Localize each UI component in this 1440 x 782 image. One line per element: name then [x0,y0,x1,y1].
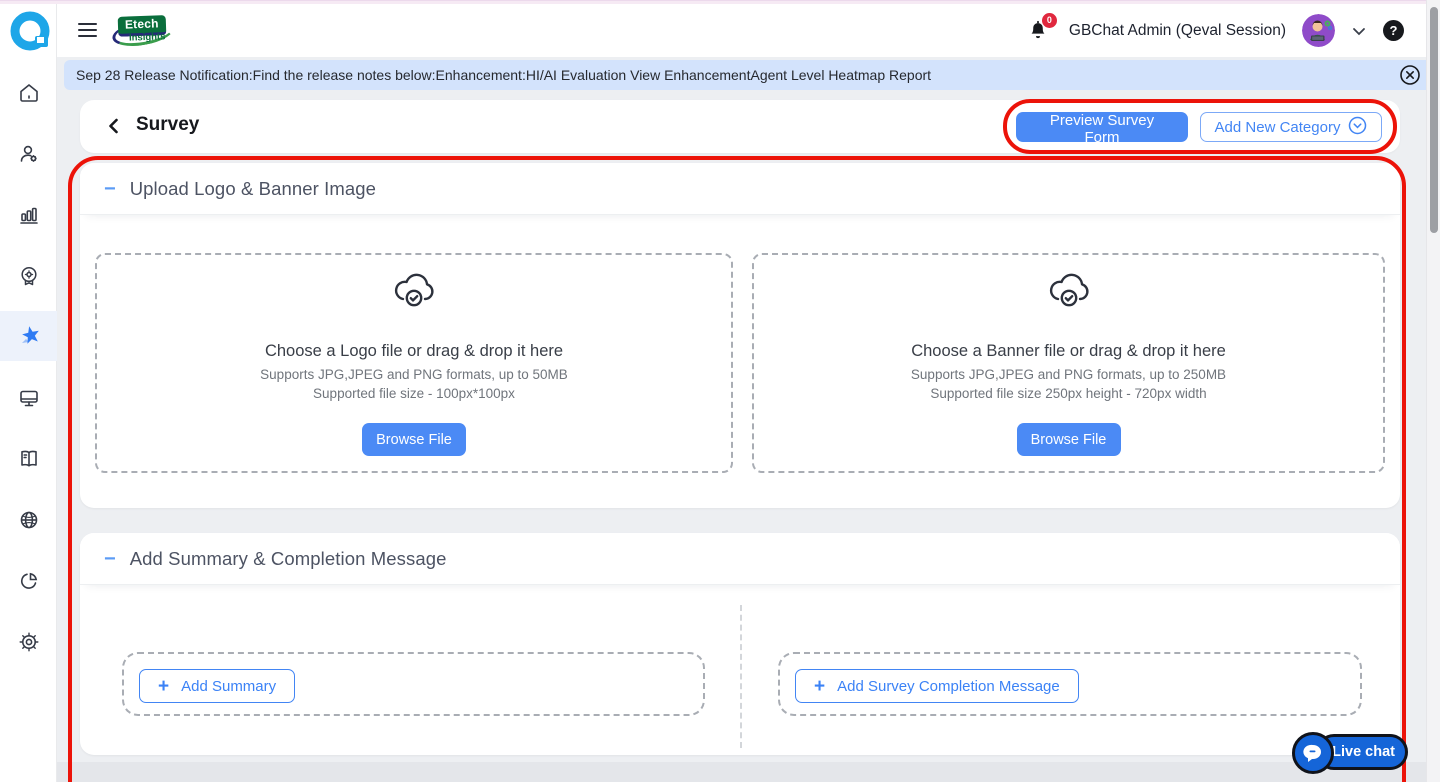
quality-badge-icon [17,264,41,288]
page-title: Survey [136,114,199,136]
sidebar-item-home[interactable] [0,62,57,123]
summary-dropzone: + Add Summary [122,652,705,716]
desktop-icon [17,386,41,410]
upload-section-header: − Upload Logo & Banner Image [80,163,1400,215]
top-header-bar: Etech Insights 0 GBChat Admin (Qeval Ses… [57,4,1440,57]
upload-section-title: Upload Logo & Banner Image [130,178,376,200]
logo-upload-dropzone[interactable]: Choose a Logo file or drag & drop it her… [95,253,733,473]
sidebar-item-users[interactable] [0,123,57,184]
user-menu-chevron-down-icon[interactable] [1351,23,1367,39]
help-icon[interactable]: ? [1383,20,1404,41]
cloud-upload-icon [1046,271,1092,316]
banner-dropzone-formats: Supports JPG,JPEG and PNG formats, up to… [911,367,1226,382]
user-avatar[interactable] [1302,14,1335,47]
sidebar-item-settings[interactable] [0,611,57,672]
gear-icon [17,630,41,654]
globe-icon [17,508,41,532]
topbar-right-cluster: 0 GBChat Admin (Qeval Session) ? [1027,4,1404,57]
notification-badge: 0 [1042,13,1057,28]
add-new-category-label: Add New Category [1215,119,1341,136]
back-arrow-icon[interactable] [104,115,126,137]
etech-insights-logo: Etech Insights [112,13,178,51]
sidebar-item-library[interactable] [0,428,57,489]
collapse-minus-icon[interactable]: − [104,179,116,199]
add-completion-label: Add Survey Completion Message [837,678,1060,695]
upload-logo-banner-section: − Upload Logo & Banner Image Choose a Lo… [80,163,1400,508]
home-icon [17,81,41,105]
live-chat-widget[interactable]: Live chat [1316,734,1408,770]
live-chat-bubble-icon [1292,732,1334,774]
completion-message-dropzone: + Add Survey Completion Message [778,652,1362,716]
banner-dropzone-title: Choose a Banner file or drag & drop it h… [911,342,1226,361]
cloud-upload-icon [391,271,437,316]
add-summary-label: Add Summary [181,678,276,695]
summary-completion-section: − Add Summary & Completion Message + Add… [80,533,1400,755]
release-notification-text: Sep 28 Release Notification:Find the rel… [64,67,931,83]
plus-icon: + [158,677,169,696]
add-new-category-button[interactable]: Add New Category [1200,112,1382,142]
summary-section-header: − Add Summary & Completion Message [80,533,1400,585]
plus-icon: + [814,677,825,696]
user-session-label[interactable]: GBChat Admin (Qeval Session) [1069,22,1286,40]
banner-upload-dropzone[interactable]: Choose a Banner file or drag & drop it h… [752,253,1385,473]
menu-hamburger-icon[interactable] [78,20,98,40]
summary-section-title: Add Summary & Completion Message [130,548,447,570]
bar-chart-icon [17,203,41,227]
sidebar-item-monitoring[interactable] [0,367,57,428]
sidebar [0,4,57,782]
banner-browse-file-button[interactable]: Browse File [1017,423,1121,456]
add-survey-completion-message-button[interactable]: + Add Survey Completion Message [795,669,1079,703]
sidebar-item-survey[interactable] [0,311,57,361]
add-summary-button[interactable]: + Add Summary [139,669,295,703]
logo-browse-file-button[interactable]: Browse File [362,423,466,456]
survey-star-icon [16,323,42,349]
banner-close-icon[interactable] [1399,64,1421,86]
survey-header-card: Survey Preview Survey Form Add New Categ… [80,100,1400,153]
qeval-logo[interactable] [9,10,53,54]
logo-dropzone-title: Choose a Logo file or drag & drop it her… [265,342,563,361]
logo-line2: Insights [129,31,166,43]
page-scrollbar[interactable] [1426,0,1440,782]
category-chevron-down-icon [1348,116,1367,139]
notification-bell-icon[interactable]: 0 [1027,17,1053,45]
logo-dropzone-formats: Supports JPG,JPEG and PNG formats, up to… [260,367,568,382]
page-bottom-strip [57,762,1440,782]
sidebar-item-reports[interactable] [0,184,57,245]
live-chat-label: Live chat [1332,744,1395,760]
sidebar-item-analytics[interactable] [0,550,57,611]
user-settings-icon [17,142,41,166]
preview-survey-form-button[interactable]: Preview Survey Form [1016,112,1188,142]
pie-chart-icon [17,569,41,593]
sidebar-item-quality[interactable] [0,245,57,306]
release-notification-banner: Sep 28 Release Notification:Find the rel… [64,60,1433,90]
sidebar-item-web[interactable] [0,489,57,550]
section-vertical-divider [740,605,742,748]
scrollbar-thumb[interactable] [1430,7,1438,233]
collapse-minus-icon[interactable]: − [104,549,116,569]
sidebar-nav [0,62,57,672]
banner-dropzone-size: Supported file size 250px height - 720px… [930,386,1206,401]
logo-dropzone-size: Supported file size - 100px*100px [313,386,515,401]
book-icon [17,447,41,471]
